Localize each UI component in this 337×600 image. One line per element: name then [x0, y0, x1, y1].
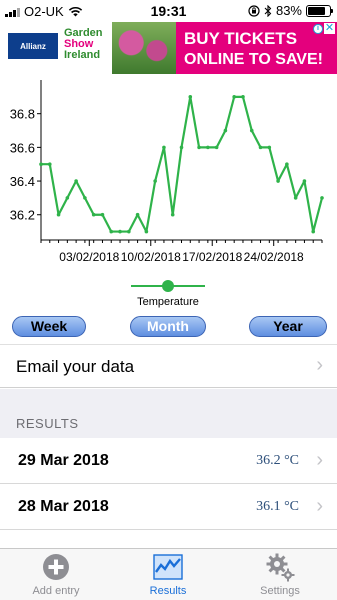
- year-button[interactable]: Year: [249, 316, 327, 337]
- data-point: [214, 145, 219, 150]
- data-point: [56, 212, 61, 217]
- data-point: [100, 212, 105, 217]
- add-circle-icon: [43, 554, 69, 580]
- data-point: [285, 162, 289, 167]
- bluetooth-icon: [264, 4, 272, 17]
- data-point: [258, 145, 263, 150]
- data-point: [39, 162, 43, 167]
- data-point: [153, 179, 157, 183]
- gear-icon: [266, 553, 295, 582]
- data-point: [188, 95, 193, 99]
- status-bar: O2-UK 19:31 83%: [0, 0, 337, 22]
- legend-label: Temperature: [137, 296, 199, 308]
- result-date: 29 Mar 2018: [18, 452, 109, 469]
- month-button[interactable]: Month: [130, 316, 206, 337]
- battery-icon: [306, 4, 333, 17]
- status-right: 83%: [248, 3, 333, 18]
- chevron-right-icon: ›: [316, 354, 323, 376]
- data-point: [267, 145, 272, 150]
- tab-settings-label: Settings: [260, 585, 300, 597]
- result-row[interactable]: 29 Mar 2018 36.2 °C ›: [0, 438, 337, 484]
- data-point: [179, 145, 184, 150]
- tab-bar: Add entry Results Settings: [0, 548, 337, 600]
- tab-results-label: Results: [149, 585, 187, 597]
- tab-add-entry-label: Add entry: [32, 585, 80, 597]
- data-point: [223, 128, 228, 133]
- data-point: [320, 196, 324, 200]
- result-value: 36.1 °C: [256, 499, 299, 514]
- data-point: [249, 128, 254, 133]
- data-point: [144, 229, 149, 234]
- tab-add-entry[interactable]: Add entry: [16, 553, 96, 597]
- data-point: [293, 196, 298, 200]
- results-section-header: RESULTS: [16, 416, 79, 431]
- data-point: [118, 229, 122, 234]
- data-point: [170, 212, 175, 217]
- data-point: [65, 196, 70, 200]
- ad-brand-area: Allianz Garden Show Ireland: [0, 22, 112, 74]
- data-point: [91, 212, 96, 217]
- data-point: [83, 196, 87, 200]
- data-point: [162, 145, 166, 150]
- x-tick-label: 10/02/2018: [121, 250, 181, 264]
- email-data-row[interactable]: Email your data ›: [0, 344, 337, 388]
- week-button[interactable]: Week: [12, 316, 86, 337]
- battery-percent: 83%: [275, 3, 302, 18]
- y-tick-label: 36.8: [10, 107, 35, 122]
- ad-flower-photo: [112, 22, 176, 74]
- y-tick-label: 36.4: [10, 174, 35, 189]
- y-tick-label: 36.6: [10, 140, 35, 155]
- orientation-lock-icon: [248, 4, 260, 17]
- x-tick-label: 03/02/2018: [59, 250, 119, 264]
- battery-level-fill: [308, 6, 326, 15]
- data-point: [311, 229, 316, 234]
- data-point: [241, 95, 245, 99]
- ad-headline-line2: ONLINE TO SAVE!: [184, 51, 323, 68]
- chevron-right-icon: ›: [316, 449, 323, 471]
- data-point: [47, 162, 52, 167]
- temperature-series-line: [41, 95, 324, 233]
- data-point: [74, 179, 78, 183]
- data-point: [206, 145, 210, 150]
- x-tick-label: 24/02/2018: [244, 250, 304, 264]
- result-row[interactable]: 28 Mar 2018 36.1 °C ›: [0, 484, 337, 530]
- chevron-right-icon: ›: [316, 495, 323, 517]
- event-line3: Ireland: [64, 49, 101, 61]
- email-data-label: Email your data: [16, 357, 135, 376]
- ad-banner[interactable]: Allianz Garden Show Ireland BUY TICKETS …: [0, 22, 337, 74]
- data-point: [135, 212, 140, 217]
- data-point: [127, 229, 131, 234]
- ad-headline: BUY TICKETS ONLINE TO SAVE! i ✕: [176, 22, 337, 74]
- result-date: 28 Mar 2018: [18, 498, 109, 515]
- y-tick-label: 36.2: [10, 208, 35, 223]
- data-point: [302, 179, 307, 183]
- tab-settings[interactable]: Settings: [240, 553, 320, 597]
- legend-marker: [162, 280, 174, 292]
- data-point: [276, 179, 280, 183]
- garden-show-logo: Garden Show Ireland: [64, 28, 103, 61]
- temperature-chart: 36.2 36.4 36.6 36.8 03/02/2018 10/02/2018 17/0…: [0, 74, 337, 314]
- data-point: [109, 229, 114, 234]
- result-value: 36.2 °C: [256, 453, 299, 468]
- x-tick-label: 17/02/2018: [182, 250, 242, 264]
- tab-results[interactable]: Results: [128, 553, 208, 597]
- info-icon[interactable]: i: [313, 24, 323, 34]
- close-icon[interactable]: ✕: [324, 23, 335, 34]
- data-point: [197, 145, 201, 150]
- allianz-logo: Allianz: [8, 33, 58, 59]
- chart-canvas: 36.2 36.4 36.6 36.8 03/02/2018 10/02/2018 17/0…: [10, 80, 324, 308]
- data-point: [232, 95, 236, 99]
- chart-icon: [153, 554, 183, 580]
